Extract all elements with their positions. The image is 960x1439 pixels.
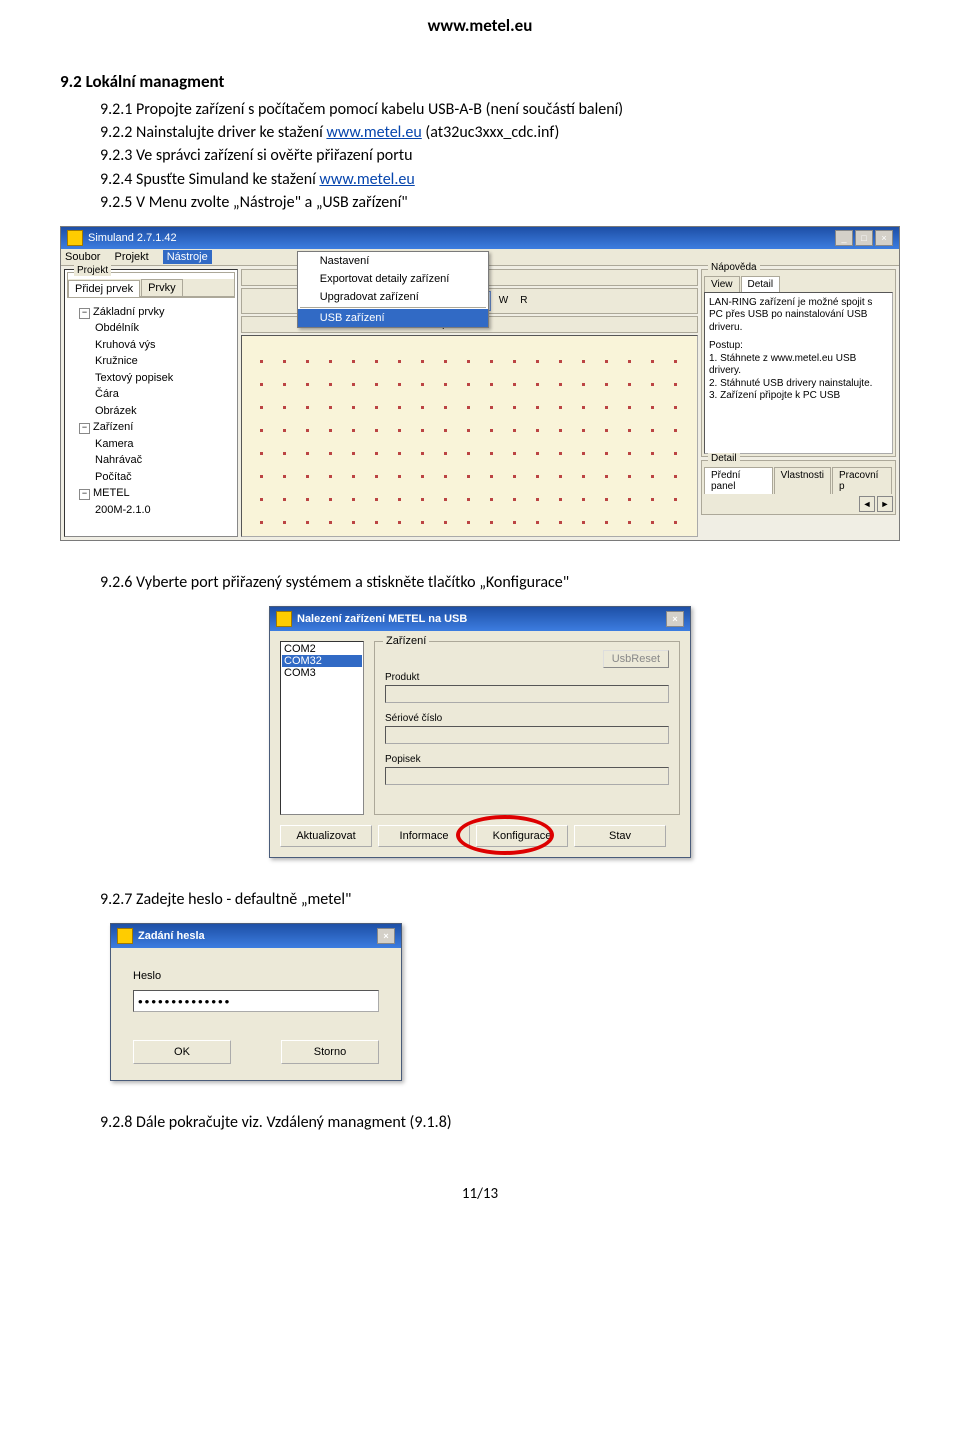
product-field: [385, 685, 669, 703]
desc-label: Popisek: [385, 754, 669, 765]
tree-item[interactable]: Textový popisek: [67, 370, 235, 387]
com-dialog-title: Nalezení zařízení METEL na USB: [297, 613, 467, 625]
tree-item[interactable]: Kružnice: [67, 353, 235, 370]
close-icon[interactable]: ×: [666, 611, 684, 627]
minimize-button[interactable]: _: [835, 230, 853, 246]
tree-item[interactable]: Počítač: [67, 469, 235, 486]
step-4: 9.2.4 Spusťte Simuland ke stažení www.me…: [100, 168, 900, 191]
tree-item[interactable]: 200M-2.1.0: [67, 502, 235, 519]
tab-prvky[interactable]: Prvky: [141, 279, 183, 296]
menu-item-export[interactable]: Exportovat detaily zařízení: [298, 270, 488, 288]
menu-soubor[interactable]: Soubor: [65, 251, 100, 263]
tool-w-button[interactable]: W: [499, 295, 508, 306]
step-7: 9.2.7 Zadejte heslo - defaultně „metel": [100, 888, 900, 911]
update-button[interactable]: Aktualizovat: [280, 825, 372, 847]
step-2: 9.2.2 Nainstalujte driver ke stažení www…: [100, 121, 900, 144]
password-input[interactable]: [133, 990, 379, 1012]
page-number: 11/13: [60, 1185, 900, 1203]
tree-item[interactable]: Kamera: [67, 436, 235, 453]
arrow-left-icon[interactable]: ◄: [859, 496, 875, 512]
canvas-area[interactable]: [241, 335, 698, 537]
app-icon: [67, 230, 83, 246]
close-button[interactable]: ×: [875, 230, 893, 246]
tree-group-metel[interactable]: METEL: [93, 487, 130, 499]
menu-item-nastaveni[interactable]: Nastavení: [298, 252, 488, 270]
help-panel-label: Nápověda: [708, 262, 760, 273]
menu-projekt[interactable]: Projekt: [114, 251, 148, 263]
detail-tab-2[interactable]: Vlastnosti: [774, 467, 831, 494]
step-8: 9.2.8 Dále pokračujte viz. Vzdálený mana…: [100, 1111, 900, 1134]
step-4-link[interactable]: www.metel.eu: [319, 170, 414, 189]
left-panel: Projekt Přidej prvek Prvky −Základní prv…: [64, 269, 238, 537]
tree-item[interactable]: Nahrávač: [67, 452, 235, 469]
product-label: Produkt: [385, 672, 669, 683]
tree-item[interactable]: Čára: [67, 386, 235, 403]
section-heading: 9.2 Lokální managment: [60, 71, 900, 92]
device-fieldset: Zařízení UsbReset Produkt Sériové číslo …: [374, 641, 680, 815]
step-5: 9.2.5 V Menu zvolte „Nástroje" a „USB za…: [100, 191, 900, 214]
list-item[interactable]: COM3: [282, 667, 362, 679]
usb-reset-button[interactable]: UsbReset: [603, 650, 669, 668]
maximize-button[interactable]: □: [855, 230, 873, 246]
password-label: Heslo: [133, 970, 379, 982]
com-dialog: Nalezení zařízení METEL na USB × COM2 CO…: [269, 606, 691, 858]
password-dialog-titlebar: Zadání hesla ×: [111, 924, 401, 948]
tree-group-devices[interactable]: Zařízení: [93, 421, 133, 433]
tab-pridej-prvek[interactable]: Přidej prvek: [68, 280, 140, 297]
state-button[interactable]: Stav: [574, 825, 666, 847]
password-dialog: Zadání hesla × Heslo OK Storno: [110, 923, 402, 1081]
left-panel-label: Projekt: [74, 265, 111, 276]
menu-popup: Nastavení Exportovat detaily zařízení Up…: [297, 251, 489, 328]
step-3: 9.2.3 Ve správci zařízení si ověřte přiř…: [100, 144, 900, 167]
menu-nastroje[interactable]: Nástroje: [163, 250, 212, 264]
detail-tab-1[interactable]: Přední panel: [704, 467, 773, 494]
step-6: 9.2.6 Vyberte port přiřazený systémem a …: [100, 571, 900, 594]
password-dialog-title: Zadání hesla: [138, 930, 205, 942]
step-2-link[interactable]: www.metel.eu: [326, 123, 421, 142]
tree-view: −Základní prvky Obdélník Kruhová výs Kru…: [65, 300, 237, 536]
tree-item[interactable]: Kruhová výs: [67, 337, 235, 354]
app-icon: [276, 611, 292, 627]
serial-field: [385, 726, 669, 744]
list-item[interactable]: COM32: [282, 655, 362, 667]
step-1: 9.2.1 Propojte zařízení s počítačem pomo…: [100, 98, 900, 121]
tree-group-basic[interactable]: Základní prvky: [93, 306, 165, 318]
ok-button[interactable]: OK: [133, 1040, 231, 1064]
help-body: LAN-RING zařízení je možné spojit s PC p…: [704, 292, 893, 454]
menu-item-usb[interactable]: USB zařízení: [298, 309, 488, 327]
instruction-steps: 9.2.1 Propojte zařízení s počítačem pomo…: [100, 98, 900, 214]
tool-r-button[interactable]: R: [520, 295, 527, 306]
menubar: Soubor Projekt Nástroje Nastavení Export…: [61, 249, 899, 266]
close-icon[interactable]: ×: [377, 928, 395, 944]
list-item[interactable]: COM2: [282, 643, 362, 655]
page-header-url: www.metel.eu: [60, 15, 900, 36]
desc-field: [385, 767, 669, 785]
detail-tab-3[interactable]: Pracovní p: [832, 467, 892, 494]
tree-item[interactable]: Obdélník: [67, 320, 235, 337]
com-dialog-titlebar: Nalezení zařízení METEL na USB ×: [270, 607, 690, 631]
serial-label: Sériové číslo: [385, 713, 669, 724]
help-tab-view[interactable]: View: [704, 276, 740, 292]
tree-item[interactable]: Obrázek: [67, 403, 235, 420]
arrow-right-icon[interactable]: ►: [877, 496, 893, 512]
info-button[interactable]: Informace: [378, 825, 470, 847]
help-tab-detail[interactable]: Detail: [741, 276, 781, 292]
menu-item-upgrade[interactable]: Upgradovat zařízení: [298, 288, 488, 306]
window-title: Simuland 2.7.1.42: [88, 232, 177, 244]
config-button[interactable]: Konfigurace: [476, 825, 568, 847]
simuland-window: Simuland 2.7.1.42 _ □ × Soubor Projekt N…: [60, 226, 900, 541]
app-icon: [117, 928, 133, 944]
fieldset-legend: Zařízení: [383, 635, 429, 647]
cancel-button[interactable]: Storno: [281, 1040, 379, 1064]
window-titlebar: Simuland 2.7.1.42 _ □ ×: [61, 227, 899, 249]
com-port-list[interactable]: COM2 COM32 COM3: [280, 641, 364, 815]
detail-panel-label: Detail: [708, 453, 740, 464]
